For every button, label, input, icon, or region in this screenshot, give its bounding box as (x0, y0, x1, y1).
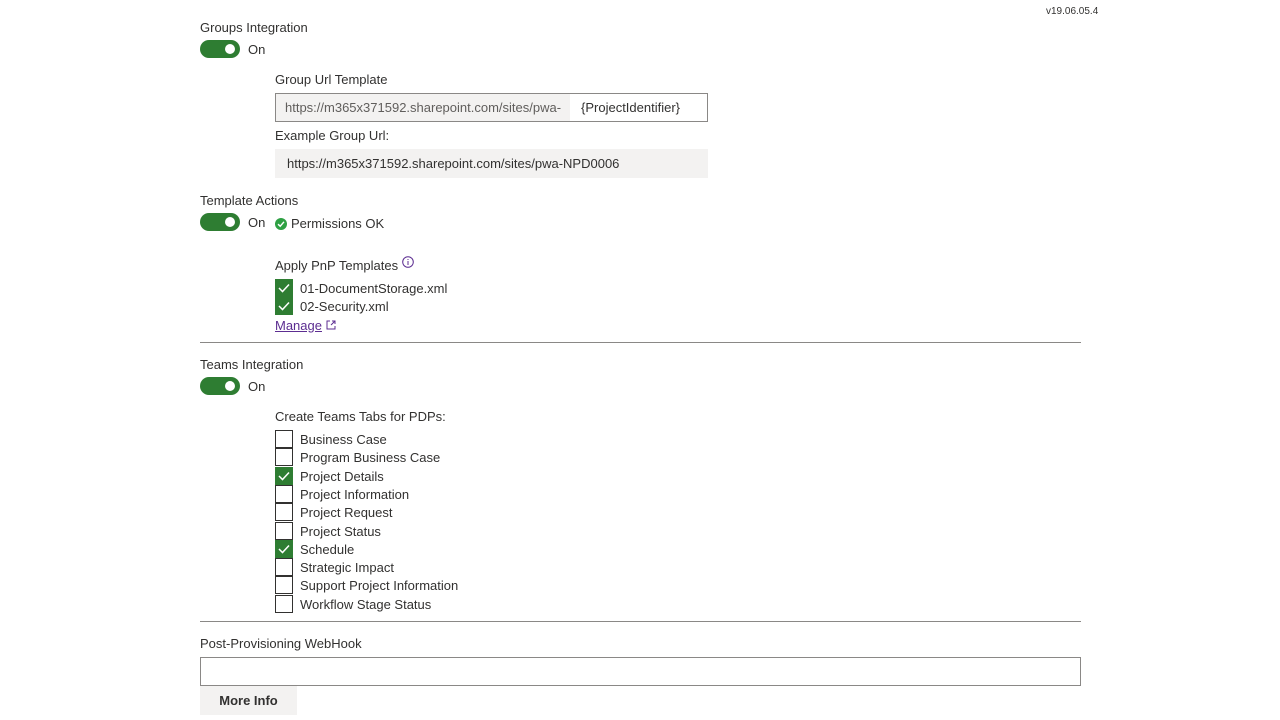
template-actions-toggle[interactable] (200, 213, 240, 231)
template-checkbox-1[interactable] (275, 279, 293, 297)
pdp-checkbox-label: Strategic Impact (300, 559, 394, 575)
pdp-checkbox[interactable] (275, 430, 293, 448)
pdp-checkbox[interactable] (275, 540, 293, 558)
pdp-checkbox-label: Program Business Case (300, 449, 441, 465)
pdp-checkbox[interactable] (275, 485, 293, 503)
apply-pnp-templates-header: Apply PnP Templates (275, 256, 414, 273)
toggle-knob (225, 44, 235, 54)
teams-integration-label: Teams Integration (200, 357, 304, 372)
pdp-checkbox-label: Project Status (300, 523, 381, 539)
pdp-checkbox[interactable] (275, 576, 293, 594)
template-checkbox-row[interactable]: 02-Security.xml (275, 297, 389, 315)
template-checkbox-label: 01-DocumentStorage.xml (300, 280, 448, 296)
pdp-checkbox-label: Project Details (300, 468, 384, 484)
webhook-url-input[interactable] (200, 657, 1081, 686)
toggle-knob (225, 217, 235, 227)
more-info-button[interactable]: More Info (200, 686, 297, 715)
version-label: v19.06.05.4 (1046, 6, 1099, 17)
template-actions-label: Template Actions (200, 193, 299, 208)
url-prefix: https://m365x371592.sharepoint.com/sites… (276, 94, 570, 121)
pdp-checkbox[interactable] (275, 558, 293, 576)
groups-integration-label: Groups Integration (200, 20, 308, 35)
template-actions-toggle-text: On (248, 215, 266, 230)
manage-link[interactable]: Manage (275, 318, 336, 333)
create-teams-tabs-label: Create Teams Tabs for PDPs: (275, 409, 446, 424)
pdp-checkbox-label: Project Request (300, 504, 393, 520)
pdp-checkbox-label: Workflow Stage Status (300, 596, 432, 612)
permissions-status: Permissions OK (275, 216, 384, 231)
toggle-knob (225, 381, 235, 391)
pdp-checkbox-row[interactable]: Business Case (275, 430, 387, 448)
pdp-checkbox-row[interactable]: Workflow Stage Status (275, 595, 431, 613)
groups-toggle-text: On (248, 42, 266, 57)
manage-link-text[interactable]: Manage (275, 318, 322, 333)
pdp-checkbox[interactable] (275, 503, 293, 521)
pdp-checkbox[interactable] (275, 448, 293, 466)
pdp-checkbox-row[interactable]: Schedule (275, 540, 354, 558)
pdp-checkbox-label: Schedule (300, 541, 355, 557)
template-checkbox-label: 02-Security.xml (300, 298, 389, 314)
section-divider (200, 342, 1081, 343)
example-group-url-label: Example Group Url: (275, 128, 390, 143)
pdp-checkbox-row[interactable]: Project Status (275, 522, 381, 540)
pdp-checkbox-row[interactable]: Strategic Impact (275, 558, 394, 576)
groups-integration-toggle[interactable] (200, 40, 240, 58)
permissions-ok-text: Permissions OK (291, 216, 385, 231)
pdp-checkbox[interactable] (275, 595, 293, 613)
section-divider (200, 621, 1081, 622)
pdp-checkbox-row[interactable]: Support Project Information (275, 576, 458, 594)
pdp-checkbox-label: Business Case (300, 431, 387, 447)
pdp-checkbox-row[interactable]: Program Business Case (275, 448, 440, 466)
check-circle-icon (275, 217, 287, 230)
pdp-checkbox[interactable] (275, 467, 293, 485)
example-group-url-value: https://m365x371592.sharepoint.com/sites… (275, 149, 708, 178)
pdp-checkbox-label: Support Project Information (300, 577, 459, 593)
group-url-template-field[interactable]: https://m365x371592.sharepoint.com/sites… (275, 93, 708, 122)
group-url-template-label: Group Url Template (275, 72, 388, 87)
url-suffix-input[interactable]: {ProjectIdentifier} (570, 94, 707, 121)
pdp-checkbox-row[interactable]: Project Request (275, 503, 393, 521)
teams-integration-toggle[interactable] (200, 377, 240, 395)
pdp-checkbox-row[interactable]: Project Information (275, 485, 409, 503)
external-link-icon (326, 318, 336, 333)
post-provisioning-webhook-label: Post-Provisioning WebHook (200, 636, 362, 651)
template-checkbox-row[interactable]: 01-DocumentStorage.xml (275, 279, 447, 297)
apply-pnp-templates-label: Apply PnP Templates (275, 258, 399, 273)
pdp-checkbox-label: Project Information (300, 486, 410, 502)
pdp-checkbox[interactable] (275, 522, 293, 540)
teams-toggle-text: On (248, 379, 266, 394)
template-checkbox-2[interactable] (275, 297, 293, 315)
info-icon[interactable] (402, 256, 414, 271)
pdp-checkbox-row[interactable]: Project Details (275, 467, 384, 485)
